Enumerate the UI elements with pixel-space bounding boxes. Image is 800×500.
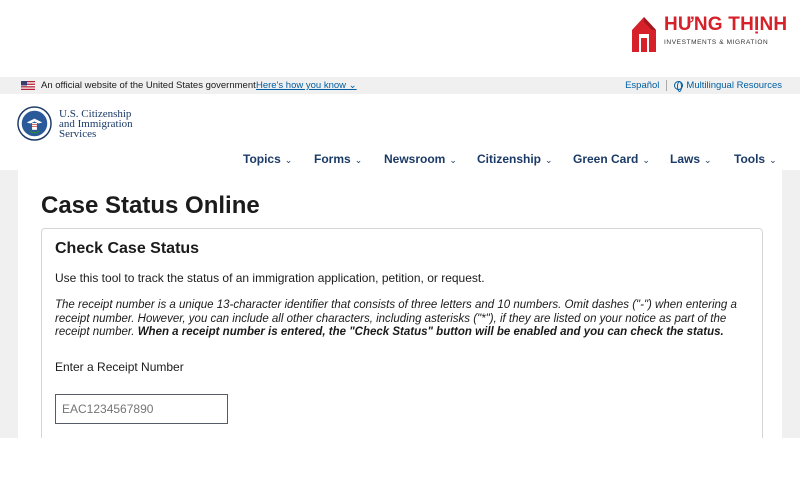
multilingual-link[interactable]: Multilingual Resources	[686, 79, 782, 92]
globe-icon	[674, 81, 684, 92]
how-you-know-link[interactable]: Here's how you know ⌄	[256, 79, 357, 92]
nav-green-card-label: Green Card	[573, 152, 639, 166]
help-bold-text: When a receipt number is entered, the "C…	[137, 326, 724, 338]
agency-line-3: Services	[59, 128, 97, 140]
nav-newsroom[interactable]: Newsroom ⌄	[384, 152, 457, 166]
intro-text: Use this tool to track the status of an …	[55, 271, 485, 285]
nav-topics[interactable]: Topics ⌄	[243, 152, 292, 166]
house-logo-icon	[632, 17, 656, 52]
receipt-help-text: The receipt number is a unique 13-charac…	[55, 299, 755, 340]
dhs-seal-icon[interactable]	[17, 106, 52, 141]
chevron-down-icon: ⌄	[449, 155, 457, 165]
espanol-link[interactable]: Español	[625, 79, 659, 92]
brand-tagline: INVESTMENTS & MIGRATION	[664, 39, 769, 46]
nav-topics-label: Topics	[243, 152, 281, 166]
gov-banner: An official website of the United States…	[0, 77, 800, 94]
nav-forms-label: Forms	[314, 152, 351, 166]
check-case-status-panel: Check Case Status Use this tool to track…	[41, 228, 763, 458]
page-bottom	[0, 438, 800, 500]
gov-banner-text: An official website of the United States…	[41, 80, 256, 91]
chevron-down-icon: ⌄	[704, 155, 712, 165]
nav-tools[interactable]: Tools ⌄	[734, 152, 777, 166]
brand-header: HƯNG THỊNH INVESTMENTS & MIGRATION	[0, 0, 800, 80]
content-card: Case Status Online Check Case Status Use…	[18, 170, 782, 458]
receipt-number-label: Enter a Receipt Number	[55, 360, 184, 374]
us-flag-icon	[21, 81, 35, 90]
agency-name[interactable]: U.S. Citizenship and Immigration Service…	[59, 109, 133, 140]
nav-tools-label: Tools	[734, 152, 766, 166]
main-nav: Topics ⌄ Forms ⌄ Newsroom ⌄ Citizenship ⌄ Gr…	[0, 152, 800, 170]
receipt-number-input[interactable]	[55, 394, 228, 424]
nav-citizenship[interactable]: Citizenship ⌄	[477, 152, 553, 166]
divider	[666, 80, 668, 91]
chevron-down-icon: ⌄	[545, 155, 553, 165]
page-title: Case Status Online	[41, 192, 260, 219]
nav-citizenship-label: Citizenship	[477, 152, 542, 166]
chevron-down-icon: ⌄	[769, 155, 777, 165]
nav-forms[interactable]: Forms ⌄	[314, 152, 362, 166]
site-header: U.S. Citizenship and Immigration Service…	[0, 94, 800, 170]
brand-logo[interactable]: HƯNG THỊNH INVESTMENTS & MIGRATION	[630, 14, 787, 54]
content-area: Case Status Online Check Case Status Use…	[0, 170, 800, 458]
chevron-down-icon: ⌄	[348, 80, 357, 91]
chevron-down-icon: ⌄	[354, 155, 363, 165]
chevron-down-icon: ⌄	[284, 155, 293, 165]
chevron-down-icon: ⌄	[642, 155, 650, 165]
nav-newsroom-label: Newsroom	[384, 152, 446, 166]
nav-green-card[interactable]: Green Card ⌄	[573, 152, 650, 166]
nav-laws[interactable]: Laws ⌄	[670, 152, 712, 166]
panel-title: Check Case Status	[55, 240, 200, 257]
nav-laws-label: Laws	[670, 152, 701, 166]
how-you-know-label: Here's how you know	[256, 80, 346, 91]
gov-banner-links: Español Multilingual Resources	[625, 79, 782, 92]
brand-name: HƯNG THỊNH	[664, 14, 788, 35]
